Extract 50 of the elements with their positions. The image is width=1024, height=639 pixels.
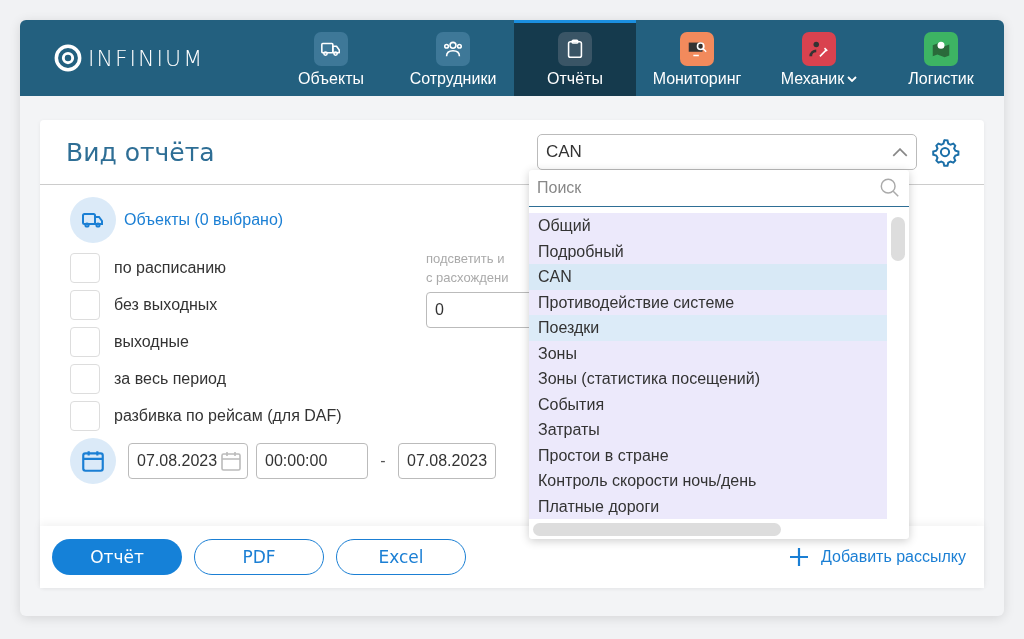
nav-tab[interactable]: Отчёты bbox=[514, 20, 636, 96]
chevron-icon bbox=[892, 147, 908, 157]
calendar-icon bbox=[70, 438, 116, 484]
nav-tab[interactable]: Мониторинг bbox=[636, 20, 758, 96]
dropdown-option[interactable]: Подробный bbox=[529, 238, 887, 264]
checkbox-label: разбивка по рейсам (для DAF) bbox=[114, 406, 342, 425]
dropdown-option[interactable]: Поездки bbox=[529, 315, 887, 341]
add-mailing-button[interactable]: Добавить рассылку bbox=[783, 546, 972, 568]
time-field[interactable]: 00:00:00 bbox=[256, 443, 368, 479]
dropdown-option[interactable]: Простои в стране bbox=[529, 442, 887, 468]
plus-icon bbox=[789, 547, 810, 567]
date-field[interactable]: 07.08.2023 bbox=[128, 443, 248, 479]
dropdown-option[interactable]: Затраты bbox=[529, 417, 887, 443]
brand-name: INFINIUM bbox=[88, 45, 205, 71]
nav-tab[interactable]: Объекты bbox=[270, 20, 392, 96]
scrollbar-thumb[interactable] bbox=[533, 522, 781, 536]
checkbox[interactable] bbox=[70, 289, 100, 320]
nav-tab[interactable]: Логистик bbox=[880, 20, 1002, 96]
report-title: Вид отчёта bbox=[66, 137, 216, 167]
nav-tab[interactable]: Сотрудники bbox=[392, 20, 514, 96]
report-button[interactable]: Отчёт bbox=[52, 539, 182, 575]
checkbox-label: без выходных bbox=[114, 295, 218, 314]
checkbox-label: по расписанию bbox=[114, 258, 227, 277]
search-field[interactable]: Поиск bbox=[537, 179, 879, 197]
export-button[interactable]: PDF bbox=[194, 539, 324, 575]
truck-icon bbox=[70, 197, 116, 243]
settings-icon[interactable] bbox=[930, 137, 960, 167]
logo-icon bbox=[54, 44, 82, 72]
nav-tab[interactable]: Механик bbox=[758, 20, 880, 96]
dropdown-option[interactable]: CAN bbox=[529, 264, 887, 290]
checkbox-label: выходные bbox=[114, 332, 189, 351]
checkbox[interactable] bbox=[70, 252, 100, 283]
date-field[interactable]: 07.08.2023 bbox=[398, 443, 497, 479]
objects-link[interactable]: Объекты (0 выбрано) bbox=[124, 211, 284, 229]
dropdown-option[interactable]: Контроль скорости ночь/день bbox=[529, 468, 887, 494]
checkbox-label: за весь период bbox=[114, 369, 226, 388]
checkbox[interactable] bbox=[70, 326, 100, 357]
calendar-icon bbox=[219, 449, 243, 473]
checkbox[interactable] bbox=[70, 400, 100, 431]
dropdown-option[interactable]: Зоны (статистика посещений) bbox=[529, 366, 887, 392]
scrollbar-thumb[interactable] bbox=[891, 217, 905, 261]
search-icon bbox=[879, 177, 901, 199]
export-button[interactable]: Excel bbox=[336, 539, 466, 575]
report-type-select[interactable]: CAN bbox=[537, 134, 917, 170]
range-separator: - bbox=[379, 452, 387, 470]
dropdown-option[interactable]: Общий bbox=[529, 213, 887, 239]
dropdown-option[interactable]: Зоны bbox=[529, 340, 887, 366]
dropdown-option[interactable]: Платные дороги bbox=[529, 493, 887, 519]
dropdown-option[interactable]: События bbox=[529, 391, 887, 417]
checkbox[interactable] bbox=[70, 363, 100, 394]
